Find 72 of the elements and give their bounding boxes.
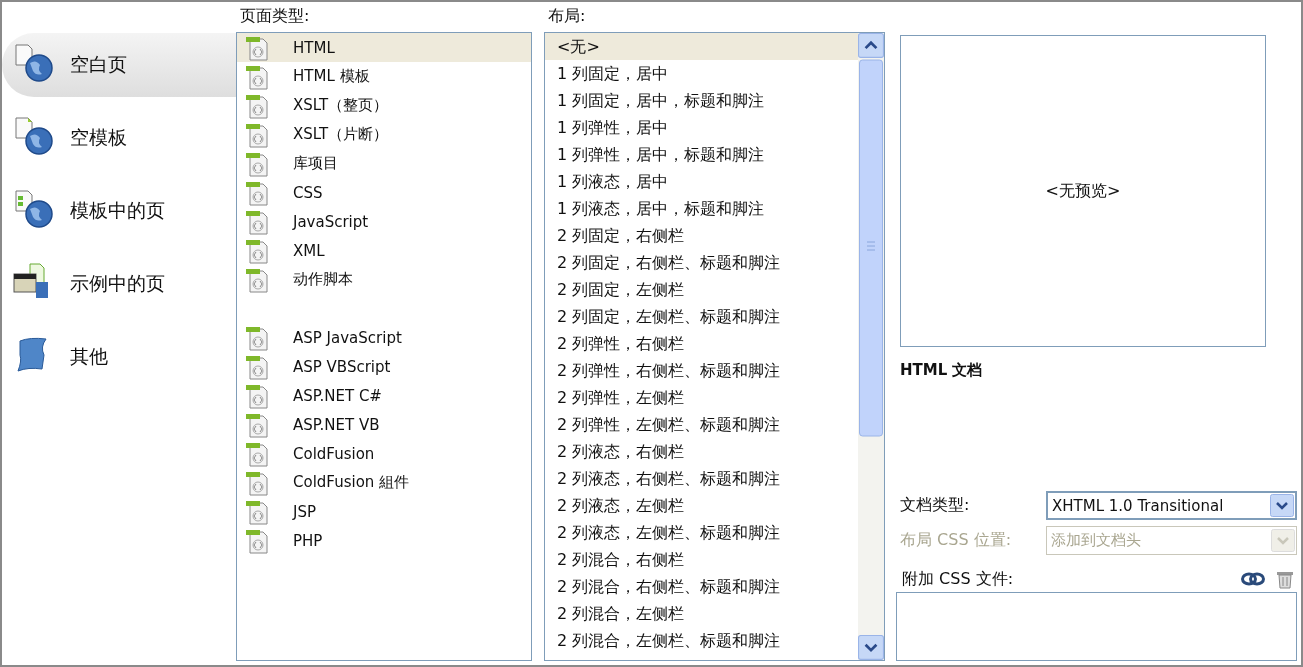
layout-item[interactable]: 2 列固定，右侧栏 <box>545 222 858 249</box>
document-icon <box>245 440 271 467</box>
dropdown[interactable]: XHTML 1.0 Transitional <box>1046 491 1297 520</box>
document-icon <box>245 498 271 525</box>
layout-label: 布局: <box>547 5 587 27</box>
page-type-item[interactable]: CSS <box>237 178 531 207</box>
layout-item[interactable]: 2 列弹性，左侧栏 <box>545 384 858 411</box>
document-icon <box>245 237 271 264</box>
layout-item[interactable]: 1 列弹性，居中，标题和脚注 <box>545 141 858 168</box>
document-icon <box>245 411 271 438</box>
layout-item[interactable]: 2 列混合，右侧栏、标题和脚注 <box>545 573 858 600</box>
layout-item[interactable]: 2 列弹性，左侧栏、标题和脚注 <box>545 411 858 438</box>
attach-css-label: 附加 CSS 文件: <box>901 568 1015 590</box>
layout-item[interactable]: 1 列弹性，居中 <box>545 114 858 141</box>
layout-item[interactable]: 1 列液态，居中 <box>545 168 858 195</box>
category-item[interactable]: 示例中的页 <box>2 252 236 316</box>
layout-item[interactable]: 2 列液态，右侧栏、标题和脚注 <box>545 465 858 492</box>
category-item[interactable]: 空白页 <box>2 33 236 97</box>
category-item[interactable]: 模板中的页 <box>2 179 236 243</box>
page-type-item[interactable]: HTML <box>237 33 531 62</box>
document-icon <box>245 353 271 380</box>
page-type-item[interactable]: XSLT（片断） <box>237 120 531 149</box>
page-description: HTML 文档 <box>900 361 984 380</box>
layout-item[interactable]: 1 列固定，居中，标题和脚注 <box>545 87 858 114</box>
layout-item[interactable]: <无> <box>545 33 858 60</box>
document-icon <box>245 179 271 206</box>
layout-item[interactable]: 2 列固定，左侧栏、标题和脚注 <box>545 303 858 330</box>
document-icon <box>245 266 271 293</box>
document-icon <box>245 150 271 177</box>
layout-item[interactable]: 2 列混合，右侧栏 <box>545 546 858 573</box>
category-item[interactable]: 其他 <box>2 325 236 389</box>
page-type-item[interactable]: JavaScript <box>237 207 531 236</box>
page-type-item[interactable]: HTML 模板 <box>237 62 531 91</box>
page-type-item[interactable]: ColdFusion 組件 <box>237 468 531 497</box>
layout-item[interactable]: 2 列固定，左侧栏 <box>545 276 858 303</box>
page-type-item[interactable]: JSP <box>237 497 531 526</box>
page-type-item[interactable]: XML <box>237 236 531 265</box>
document-icon <box>245 208 271 235</box>
layout-item[interactable]: 2 列液态，左侧栏 <box>545 492 858 519</box>
document-icon <box>245 382 271 409</box>
layout-item[interactable]: 2 列固定，右侧栏、标题和脚注 <box>545 249 858 276</box>
layout-item[interactable]: 2 列弹性，右侧栏、标题和脚注 <box>545 357 858 384</box>
document-icon <box>245 92 271 119</box>
scroll-up-button[interactable] <box>858 33 884 58</box>
scrollbar-thumb[interactable] <box>858 57 884 438</box>
page-type-item[interactable]: ASP.NET VB <box>237 410 531 439</box>
layout-item[interactable]: 1 列固定，居中 <box>545 60 858 87</box>
scroll-down-button[interactable] <box>858 635 884 660</box>
field-label: 文档类型: <box>899 495 971 516</box>
layout-item[interactable]: 1 列液态，居中，标题和脚注 <box>545 195 858 222</box>
category-item[interactable]: 空模板 <box>2 106 236 170</box>
layout-item[interactable]: 2 列混合，左侧栏、标题和脚注 <box>545 627 858 654</box>
document-icon <box>245 324 271 351</box>
field-label: 布局 CSS 位置: <box>899 530 1013 551</box>
page-type-item[interactable]: 动作脚本 <box>237 265 531 294</box>
page-type-label: 页面类型: <box>239 5 311 27</box>
layout-item[interactable]: 2 列弹性，右侧栏 <box>545 330 858 357</box>
page-type-item[interactable]: ASP VBScript <box>237 352 531 381</box>
page-type-item[interactable]: ASP.NET C# <box>237 381 531 410</box>
page-type-item[interactable]: 库项目 <box>237 149 531 178</box>
page-type-item[interactable]: ColdFusion <box>237 439 531 468</box>
document-icon <box>245 527 271 554</box>
document-icon <box>245 63 271 90</box>
preview-panel: <无预览> <box>900 35 1266 347</box>
page-type-item[interactable]: PHP <box>237 526 531 555</box>
page-type-item[interactable]: XSLT（整页） <box>237 91 531 120</box>
page-type-item[interactable]: ASP JavaScript <box>237 323 531 352</box>
layout-item[interactable]: 2 列液态，左侧栏、标题和脚注 <box>545 519 858 546</box>
document-icon <box>245 469 271 496</box>
document-icon <box>245 121 271 148</box>
layout-item[interactable]: 2 列混合，左侧栏 <box>545 600 858 627</box>
layout-item[interactable]: 2 列液态，右侧栏 <box>545 438 858 465</box>
